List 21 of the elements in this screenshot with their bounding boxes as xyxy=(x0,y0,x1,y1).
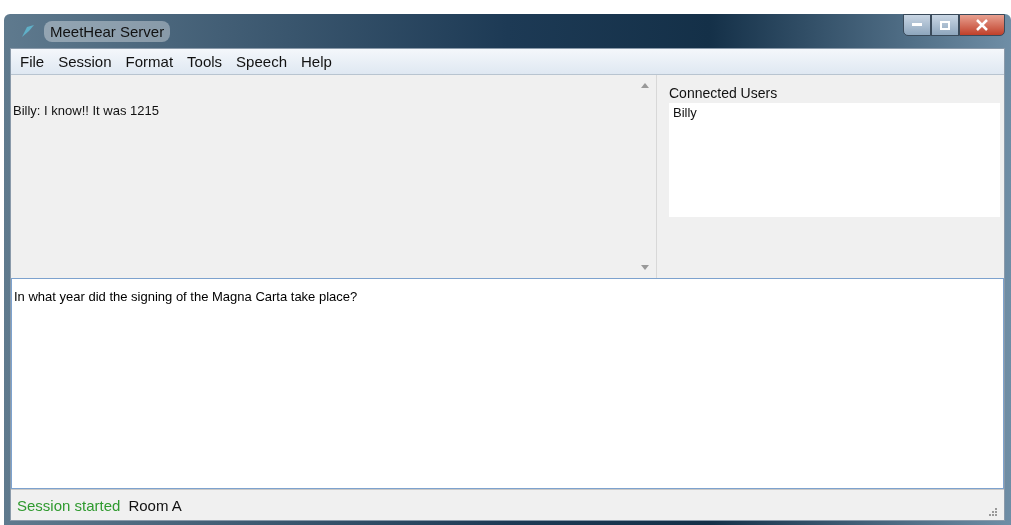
minimize-button[interactable] xyxy=(903,14,931,36)
menu-item[interactable]: Tools xyxy=(182,51,228,72)
menu-item[interactable]: Session xyxy=(53,51,117,72)
menu-item[interactable]: Speech xyxy=(231,51,292,72)
resize-grip-icon[interactable] xyxy=(988,507,998,517)
menu-item[interactable]: Format xyxy=(120,51,179,72)
status-text: Room A xyxy=(128,496,182,514)
user-item[interactable]: Billy xyxy=(673,105,996,120)
connected-users-label: Connected Users xyxy=(669,85,779,101)
menu-item[interactable]: File xyxy=(15,51,50,72)
window-title: MeetHear Server xyxy=(44,20,171,42)
chat-message: Billy: I know!! It was 1215 xyxy=(13,103,160,118)
status-text: Session started xyxy=(17,496,121,514)
app-logo-icon xyxy=(20,23,36,39)
message-input[interactable]: In what year did the signing of the Magna Carta take place? xyxy=(11,278,1004,489)
minimize-icon xyxy=(912,23,922,27)
maximize-button[interactable] xyxy=(931,14,959,36)
menu-item[interactable]: Help xyxy=(295,51,337,72)
close-button[interactable] xyxy=(959,14,1005,36)
close-icon xyxy=(976,19,988,31)
maximize-icon xyxy=(940,20,950,30)
